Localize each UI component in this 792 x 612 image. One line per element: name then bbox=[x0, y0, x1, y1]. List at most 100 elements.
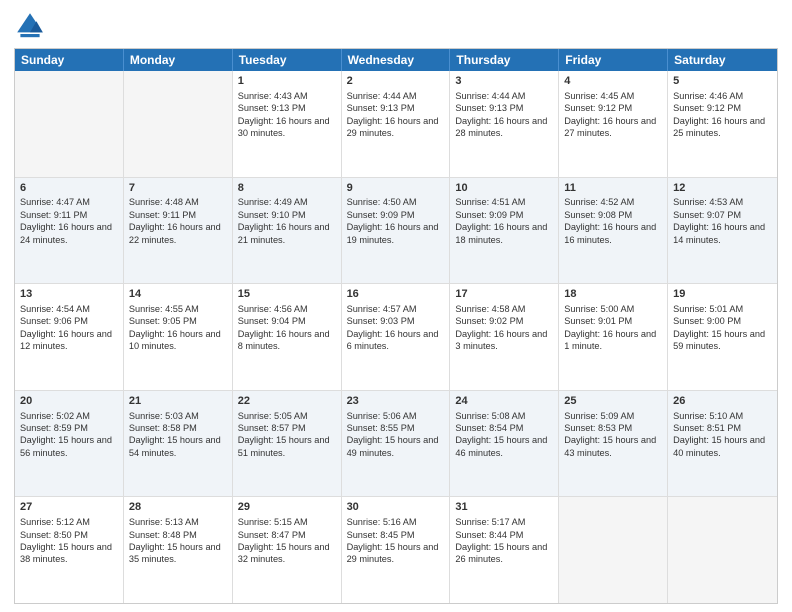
day-info: Sunrise: 4:49 AM Sunset: 9:10 PM Dayligh… bbox=[238, 197, 330, 244]
day-info: Sunrise: 5:06 AM Sunset: 8:55 PM Dayligh… bbox=[347, 411, 439, 458]
calendar-cell: 17 Sunrise: 4:58 AM Sunset: 9:02 PM Dayli… bbox=[450, 284, 559, 390]
calendar-cell: 30 Sunrise: 5:16 AM Sunset: 8:45 PM Dayli… bbox=[342, 497, 451, 603]
day-info: Sunrise: 4:52 AM Sunset: 9:08 PM Dayligh… bbox=[564, 197, 656, 244]
calendar-cell: 7Sunrise: 4:48 AM Sunset: 9:11 PM Daylig… bbox=[124, 178, 233, 284]
weekday-header: Tuesday bbox=[233, 49, 342, 71]
day-number: 17 bbox=[455, 287, 553, 302]
day-number: 11 bbox=[564, 181, 662, 196]
day-info: Sunrise: 4:46 AM Sunset: 9:12 PM Dayligh… bbox=[673, 91, 765, 138]
calendar-cell: 29 Sunrise: 5:15 AM Sunset: 8:47 PM Dayli… bbox=[233, 497, 342, 603]
day-number: 16 bbox=[347, 287, 445, 302]
calendar-cell: 28Sunrise: 5:13 AM Sunset: 8:48 PM Dayli… bbox=[124, 497, 233, 603]
day-number: 13 bbox=[20, 287, 118, 302]
calendar-row: 6Sunrise: 4:47 AM Sunset: 9:11 PM Daylig… bbox=[15, 178, 777, 285]
header bbox=[14, 10, 778, 42]
day-number: 1 bbox=[238, 74, 336, 89]
day-info: Sunrise: 5:05 AM Sunset: 8:57 PM Dayligh… bbox=[238, 411, 330, 458]
day-info: Sunrise: 5:02 AM Sunset: 8:59 PM Dayligh… bbox=[20, 411, 112, 458]
day-info: Sunrise: 4:44 AM Sunset: 9:13 PM Dayligh… bbox=[347, 91, 439, 138]
calendar-cell: 9Sunrise: 4:50 AM Sunset: 9:09 PM Daylig… bbox=[342, 178, 451, 284]
weekday-header: Wednesday bbox=[342, 49, 451, 71]
calendar-cell: 22 Sunrise: 5:05 AM Sunset: 8:57 PM Dayli… bbox=[233, 391, 342, 497]
calendar-row: 20Sunrise: 5:02 AM Sunset: 8:59 PM Dayli… bbox=[15, 391, 777, 498]
day-info: Sunrise: 4:47 AM Sunset: 9:11 PM Dayligh… bbox=[20, 197, 112, 244]
day-number: 27 bbox=[20, 500, 118, 515]
calendar-cell: 27 Sunrise: 5:12 AM Sunset: 8:50 PM Dayli… bbox=[15, 497, 124, 603]
day-info: Sunrise: 5:17 AM Sunset: 8:44 PM Dayligh… bbox=[455, 517, 547, 564]
day-info: Sunrise: 4:44 AM Sunset: 9:13 PM Dayligh… bbox=[455, 91, 547, 138]
weekday-header: Thursday bbox=[450, 49, 559, 71]
calendar-cell: 10Sunrise: 4:51 AM Sunset: 9:09 PM Dayli… bbox=[450, 178, 559, 284]
day-info: Sunrise: 4:57 AM Sunset: 9:03 PM Dayligh… bbox=[347, 304, 439, 351]
logo-icon bbox=[14, 10, 46, 42]
weekday-header: Sunday bbox=[15, 49, 124, 71]
calendar-cell: 1 Sunrise: 4:43 AM Sunset: 9:13 PM Daylig… bbox=[233, 71, 342, 177]
calendar-cell: 15 Sunrise: 4:56 AM Sunset: 9:04 PM Dayli… bbox=[233, 284, 342, 390]
day-number: 23 bbox=[347, 394, 445, 409]
calendar: SundayMondayTuesdayWednesdayThursdayFrid… bbox=[14, 48, 778, 604]
calendar-cell: 26Sunrise: 5:10 AM Sunset: 8:51 PM Dayli… bbox=[668, 391, 777, 497]
calendar-cell: 24 Sunrise: 5:08 AM Sunset: 8:54 PM Dayli… bbox=[450, 391, 559, 497]
page: SundayMondayTuesdayWednesdayThursdayFrid… bbox=[0, 0, 792, 612]
calendar-cell: 2 Sunrise: 4:44 AM Sunset: 9:13 PM Daylig… bbox=[342, 71, 451, 177]
calendar-cell: 21 Sunrise: 5:03 AM Sunset: 8:58 PM Dayli… bbox=[124, 391, 233, 497]
day-number: 22 bbox=[238, 394, 336, 409]
day-number: 25 bbox=[564, 394, 662, 409]
calendar-cell bbox=[124, 71, 233, 177]
day-info: Sunrise: 5:03 AM Sunset: 8:58 PM Dayligh… bbox=[129, 411, 221, 458]
calendar-cell: 4 Sunrise: 4:45 AM Sunset: 9:12 PM Daylig… bbox=[559, 71, 668, 177]
day-info: Sunrise: 4:51 AM Sunset: 9:09 PM Dayligh… bbox=[455, 197, 547, 244]
day-info: Sunrise: 5:16 AM Sunset: 8:45 PM Dayligh… bbox=[347, 517, 439, 564]
calendar-cell: 31Sunrise: 5:17 AM Sunset: 8:44 PM Dayli… bbox=[450, 497, 559, 603]
day-number: 3 bbox=[455, 74, 553, 89]
calendar-body: 1 Sunrise: 4:43 AM Sunset: 9:13 PM Daylig… bbox=[15, 71, 777, 603]
day-number: 21 bbox=[129, 394, 227, 409]
calendar-cell: 20Sunrise: 5:02 AM Sunset: 8:59 PM Dayli… bbox=[15, 391, 124, 497]
weekday-header: Saturday bbox=[668, 49, 777, 71]
day-number: 24 bbox=[455, 394, 553, 409]
calendar-cell: 5 Sunrise: 4:46 AM Sunset: 9:12 PM Daylig… bbox=[668, 71, 777, 177]
day-number: 8 bbox=[238, 181, 336, 196]
day-number: 9 bbox=[347, 181, 445, 196]
calendar-cell: 18 Sunrise: 5:00 AM Sunset: 9:01 PM Dayli… bbox=[559, 284, 668, 390]
calendar-cell: 19Sunrise: 5:01 AM Sunset: 9:00 PM Dayli… bbox=[668, 284, 777, 390]
day-info: Sunrise: 5:01 AM Sunset: 9:00 PM Dayligh… bbox=[673, 304, 765, 351]
day-info: Sunrise: 5:00 AM Sunset: 9:01 PM Dayligh… bbox=[564, 304, 656, 351]
day-info: Sunrise: 4:54 AM Sunset: 9:06 PM Dayligh… bbox=[20, 304, 112, 351]
day-number: 12 bbox=[673, 181, 772, 196]
day-info: Sunrise: 4:56 AM Sunset: 9:04 PM Dayligh… bbox=[238, 304, 330, 351]
day-number: 28 bbox=[129, 500, 227, 515]
calendar-cell: 14 Sunrise: 4:55 AM Sunset: 9:05 PM Dayli… bbox=[124, 284, 233, 390]
day-info: Sunrise: 4:43 AM Sunset: 9:13 PM Dayligh… bbox=[238, 91, 330, 138]
day-info: Sunrise: 5:10 AM Sunset: 8:51 PM Dayligh… bbox=[673, 411, 765, 458]
day-info: Sunrise: 5:09 AM Sunset: 8:53 PM Dayligh… bbox=[564, 411, 656, 458]
day-info: Sunrise: 5:15 AM Sunset: 8:47 PM Dayligh… bbox=[238, 517, 330, 564]
day-number: 7 bbox=[129, 181, 227, 196]
calendar-cell: 23 Sunrise: 5:06 AM Sunset: 8:55 PM Dayli… bbox=[342, 391, 451, 497]
calendar-cell: 13 Sunrise: 4:54 AM Sunset: 9:06 PM Dayli… bbox=[15, 284, 124, 390]
day-number: 2 bbox=[347, 74, 445, 89]
day-number: 5 bbox=[673, 74, 772, 89]
day-number: 18 bbox=[564, 287, 662, 302]
day-info: Sunrise: 4:48 AM Sunset: 9:11 PM Dayligh… bbox=[129, 197, 221, 244]
calendar-cell: 8Sunrise: 4:49 AM Sunset: 9:10 PM Daylig… bbox=[233, 178, 342, 284]
calendar-cell: 6Sunrise: 4:47 AM Sunset: 9:11 PM Daylig… bbox=[15, 178, 124, 284]
calendar-cell bbox=[15, 71, 124, 177]
day-number: 30 bbox=[347, 500, 445, 515]
day-number: 4 bbox=[564, 74, 662, 89]
day-info: Sunrise: 4:55 AM Sunset: 9:05 PM Dayligh… bbox=[129, 304, 221, 351]
calendar-cell: 12Sunrise: 4:53 AM Sunset: 9:07 PM Dayli… bbox=[668, 178, 777, 284]
calendar-cell bbox=[559, 497, 668, 603]
day-number: 6 bbox=[20, 181, 118, 196]
day-number: 29 bbox=[238, 500, 336, 515]
day-info: Sunrise: 5:08 AM Sunset: 8:54 PM Dayligh… bbox=[455, 411, 547, 458]
calendar-cell: 11Sunrise: 4:52 AM Sunset: 9:08 PM Dayli… bbox=[559, 178, 668, 284]
day-info: Sunrise: 4:58 AM Sunset: 9:02 PM Dayligh… bbox=[455, 304, 547, 351]
day-number: 14 bbox=[129, 287, 227, 302]
day-info: Sunrise: 4:45 AM Sunset: 9:12 PM Dayligh… bbox=[564, 91, 656, 138]
day-number: 15 bbox=[238, 287, 336, 302]
day-info: Sunrise: 5:12 AM Sunset: 8:50 PM Dayligh… bbox=[20, 517, 112, 564]
calendar-row: 1 Sunrise: 4:43 AM Sunset: 9:13 PM Daylig… bbox=[15, 71, 777, 178]
calendar-cell bbox=[668, 497, 777, 603]
calendar-row: 27 Sunrise: 5:12 AM Sunset: 8:50 PM Dayli… bbox=[15, 497, 777, 603]
